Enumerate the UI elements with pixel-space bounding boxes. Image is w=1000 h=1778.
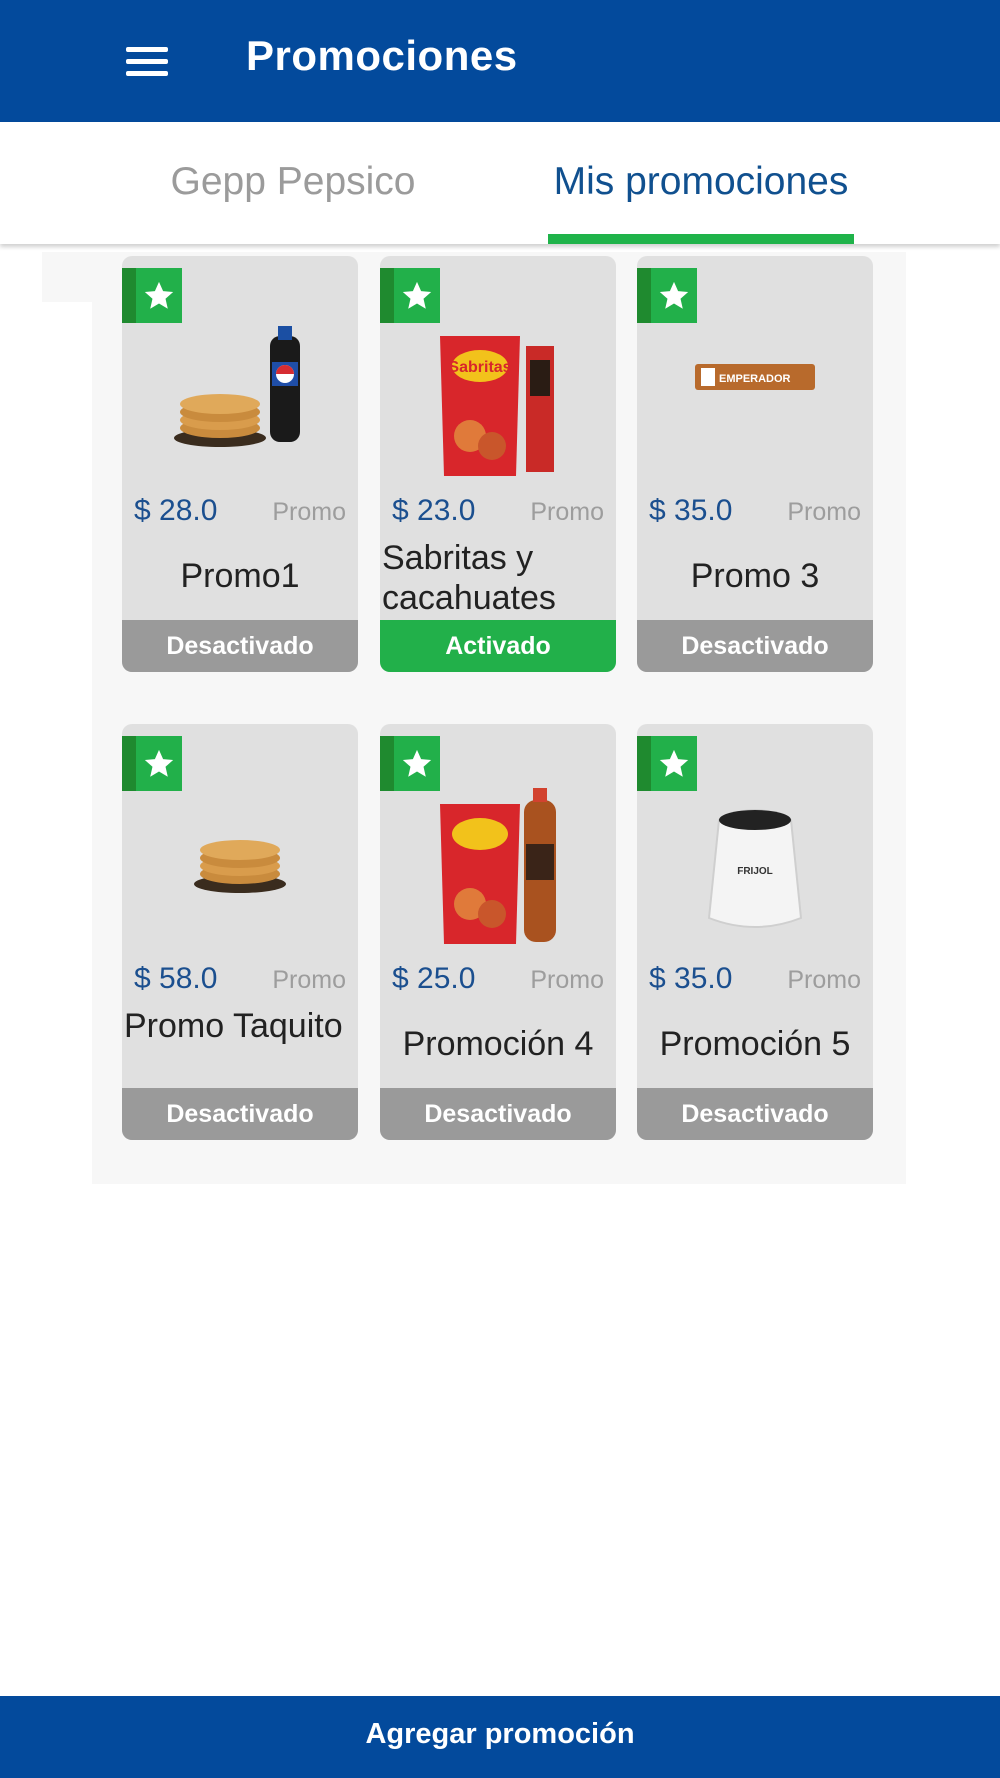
active-tab-indicator <box>548 234 854 244</box>
page-title: Promociones <box>246 32 518 79</box>
status-toggle[interactable]: Desactivado <box>122 620 358 672</box>
status-toggle[interactable]: Desactivado <box>637 1088 873 1140</box>
emperador-cookies-image: EMPERADOR <box>695 364 815 390</box>
promotion-card[interactable]: EMPERADOR $ 35.0 Promo Promo 3 Desactiva… <box>637 256 873 672</box>
frijol-label-text: FRIJOL <box>737 866 773 877</box>
promotion-tag: Promo <box>530 498 604 526</box>
tab-mis-promociones[interactable]: Mis promociones <box>536 122 866 244</box>
promotion-tag: Promo <box>787 966 861 994</box>
promotion-name: Promo1 <box>180 557 300 595</box>
app-bar: Promociones <box>0 0 1000 122</box>
promotion-card[interactable]: $ 25.0 Promo Promoción 4 Desactivado <box>380 724 616 1140</box>
status-toggle[interactable]: Activado <box>380 620 616 672</box>
promotion-price: $ 23.0 <box>392 494 476 527</box>
promotion-name: Promo 3 <box>690 557 820 595</box>
tortillas-and-pepsi-image <box>174 326 300 447</box>
tab-gepp-pepsico[interactable]: Gepp Pepsico <box>128 122 458 244</box>
promotion-tag: Promo <box>530 966 604 994</box>
tab-label: Gepp Pepsico <box>170 160 416 203</box>
promotion-name: Promo Taquito <box>124 1007 343 1045</box>
promotion-price: $ 35.0 <box>649 962 733 995</box>
promotion-price: $ 58.0 <box>134 962 218 995</box>
sabritas-image: Sabritas <box>440 336 554 476</box>
tortillas-image <box>194 840 286 893</box>
status-toggle[interactable]: Desactivado <box>637 620 873 672</box>
hamburger-menu-icon[interactable] <box>126 44 172 78</box>
promotion-tag: Promo <box>272 498 346 526</box>
promotion-name: Promoción 4 <box>402 1025 594 1063</box>
sabritas-logo-text: Sabritas <box>448 359 511 376</box>
background-patch <box>42 252 92 302</box>
emperador-logo-text: EMPERADOR <box>719 373 791 385</box>
promotion-price: $ 25.0 <box>392 962 476 995</box>
tab-label: Mis promociones <box>553 160 849 203</box>
promotion-tag: Promo <box>272 966 346 994</box>
promotion-price: $ 35.0 <box>649 494 733 527</box>
tab-bar: Gepp Pepsico Mis promociones <box>0 122 1000 244</box>
status-toggle[interactable]: Desactivado <box>122 1088 358 1140</box>
promotion-card[interactable]: FRIJOL $ 35.0 Promo Promoción 5 Desactiv… <box>637 724 873 1140</box>
promotion-price: $ 28.0 <box>134 494 218 527</box>
frijol-sack-image: FRIJOL <box>707 809 803 928</box>
promotion-name: Sabritas y cacahuates <box>382 539 556 617</box>
add-promotion-button[interactable]: Agregar promoción <box>0 1696 1000 1778</box>
promotion-card[interactable]: $ 58.0 Promo Promo Taquito Desactivado <box>122 724 358 1140</box>
promotion-card[interactable]: Sabritas $ 23.0 Promo Sabritas y cacahua… <box>380 256 616 672</box>
add-promotion-label: Agregar promoción <box>365 1718 635 1750</box>
promotion-tag: Promo <box>787 498 861 526</box>
sabritas-and-soda-image <box>440 788 556 944</box>
promotion-card[interactable]: $ 28.0 Promo Promo1 Desactivado <box>122 256 358 672</box>
status-toggle[interactable]: Desactivado <box>380 1088 616 1140</box>
promotion-name: Promoción 5 <box>659 1025 851 1063</box>
